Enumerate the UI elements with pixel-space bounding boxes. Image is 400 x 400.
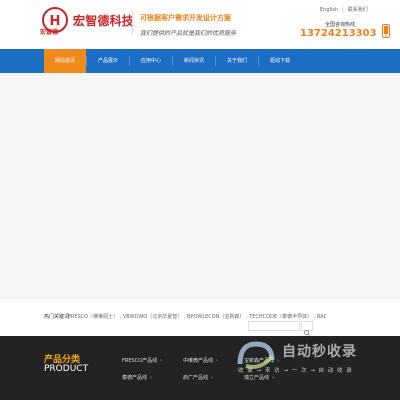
company-name[interactable]: 宏智德科技 (73, 12, 134, 29)
top-links-divider: | (342, 7, 344, 13)
chevron-right-icon: › (150, 375, 153, 381)
hotline-number: 13724213303 (300, 28, 377, 39)
search-input[interactable] (248, 321, 300, 331)
chevron-right-icon: › (211, 375, 214, 381)
english-link[interactable]: English (320, 7, 338, 13)
chevron-right-icon: › (160, 358, 163, 364)
nav-item-about[interactable]: 关于我们 (216, 49, 258, 73)
top-links: English | 联系我们 (320, 6, 368, 13)
nav-item-downloads[interactable]: 驱动下载 (259, 49, 301, 73)
logo-small-text: 宏智德 (40, 29, 59, 36)
watermark-title: 自动秒收录 (282, 344, 357, 360)
nav-item-home[interactable]: 网站首页 (44, 49, 86, 73)
search-button[interactable] (301, 321, 313, 336)
category-item[interactable]: 泰德产品线 › (122, 374, 152, 381)
category-item[interactable]: 中维微产品线 › (183, 357, 218, 364)
phone-icon (382, 23, 390, 38)
main-nav: 网站首页 产品展示 应用中心 新闻资讯 关于我们 驱动下载 (0, 49, 400, 73)
slogan-primary: 可根据客户需求开发设计方案 (140, 14, 231, 22)
hot-keywords-list[interactable]: FRESCO（佛莱硕士） , VBWDWO（北京华夏智） , BPOWLECON… (68, 313, 326, 320)
category-label: 启广产品线 (183, 375, 209, 381)
category-label: FRESCO产品线 (122, 358, 158, 364)
nav-item-news[interactable]: 新闻资讯 (173, 49, 215, 73)
categories-title-en: PRODUCT (44, 364, 89, 374)
watermark-subtitle: 收 录 → 来 访 → 一 次 → 自 动 收 录 (238, 368, 353, 374)
hero-banner (0, 73, 400, 298)
contact-link[interactable]: 联系我们 (348, 6, 368, 13)
nav-item-products[interactable]: 产品展示 (87, 49, 129, 73)
category-item[interactable]: 启广产品线 › (183, 374, 213, 381)
category-label: 泰德产品线 (122, 375, 148, 381)
category-label: 中维微产品线 (183, 358, 214, 364)
logo-divider (132, 11, 133, 35)
hotline-label: 全国咨询热线 (325, 22, 356, 28)
nav-item-applications[interactable]: 应用中心 (130, 49, 172, 73)
chevron-right-icon: › (216, 358, 219, 364)
category-item[interactable]: FRESCO产品线 › (122, 357, 162, 364)
slogan-secondary: 我们提供的产品就是我们的优质服务 (140, 30, 237, 37)
